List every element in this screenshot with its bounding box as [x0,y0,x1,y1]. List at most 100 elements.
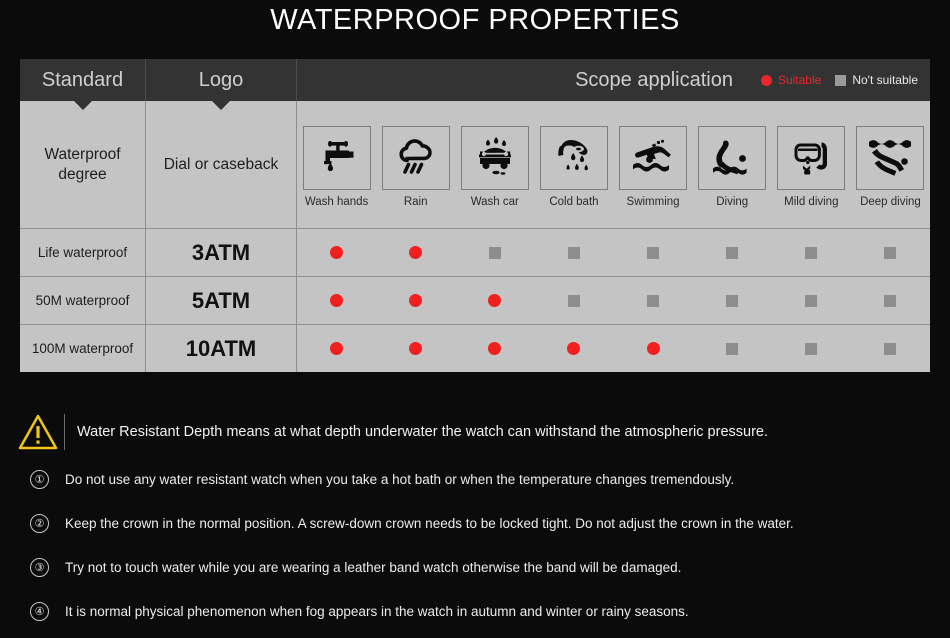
not-suitable-square-icon [726,246,739,259]
activity-column-deep-diving: Deep diving [851,101,930,228]
diver-icon [698,125,767,190]
mark-cell-cold-bath [534,277,613,324]
atm-rating-label: 3ATM [191,239,251,265]
subheader-logo-cell: Dial or caseback [146,101,297,228]
legend-suitable: Suitable [760,73,821,87]
mark-cell-wash-hands [297,325,376,372]
mark-cell-wash-car [455,229,534,276]
mark-cell-swimming [614,229,693,276]
mark-cell-deep-diving [851,325,930,372]
mark-cell-diving [693,277,772,324]
standard-label: 100M waterproof [31,341,134,356]
table-row: 50M waterproof 5ATM [20,277,930,325]
warning-triangle-icon [18,414,58,450]
mark-cell-cold-bath [534,325,613,372]
atm-rating-label: 5ATM [191,287,251,313]
table-subheader-row: Waterproof degree Dial or caseback Wash … [20,101,930,229]
notice-bar: Water Resistant Depth means at what dept… [18,409,932,455]
header-logo: Logo [146,59,297,110]
not-suitable-square-icon [884,342,897,355]
suitable-dot-icon [409,246,423,259]
mark-cell-rain [376,325,455,372]
waterproof-degree-line1: Waterproof [44,145,121,163]
activity-column-cold-bath: Cold bath [534,101,613,228]
rain-cloud-icon [381,125,450,190]
activity-column-mild-diving: Mild diving [772,101,851,228]
activity-label: Cold bath [549,195,599,208]
faucet-icon [302,125,371,190]
not-suitable-square-icon [805,294,818,307]
mark-cell-deep-diving [851,229,930,276]
suitable-dot-icon [646,342,660,355]
not-suitable-square-icon [835,74,847,86]
note-text: It is normal physical phenomenon when fo… [65,603,689,619]
activity-label: Swimming [626,195,680,208]
not-suitable-square-icon [488,246,501,259]
mark-cell-wash-car [455,277,534,324]
activity-icon-row: Wash hands Rain Wash car Cold bath Swimming D… [297,101,930,228]
header-standard: Standard [20,59,146,110]
suitable-dot-icon [330,342,344,355]
activity-label: Wash car [470,195,519,208]
mark-cell-cold-bath [534,229,613,276]
snorkel-mask-icon [777,125,846,190]
activity-label: Diving [716,195,749,208]
list-item: ④ It is normal physical phenomenon when f… [20,594,920,628]
activity-column-wash-car: Wash car [455,101,534,228]
note-number: ③ [30,557,49,577]
not-suitable-square-icon [567,246,580,259]
mark-cell-wash-hands [297,229,376,276]
logo-cell: 10ATM [146,325,297,372]
activity-column-wash-hands: Wash hands [297,101,376,228]
not-suitable-square-icon [884,294,897,307]
mark-cell-wash-hands [297,277,376,324]
standard-label: Life waterproof [37,245,128,260]
legend-not-suitable-label: No't suitable [852,73,918,87]
standard-cell: Life waterproof [20,229,146,276]
logo-cell: 3ATM [146,229,297,276]
mark-cell-deep-diving [851,277,930,324]
suitable-dot-icon [488,342,502,355]
waterproof-degree-label: Waterproof degree [44,145,120,185]
waterproof-table: Standard Logo Scope application Suitable… [20,59,930,372]
legend-not-suitable: No't suitable [835,73,918,87]
atm-rating-label: 10ATM [185,335,257,361]
note-number: ① [30,469,49,489]
standard-cell: 50M waterproof [20,277,146,324]
note-number: ② [30,513,49,533]
logo-cell: 5ATM [146,277,297,324]
waterproof-degree-line2: degree [58,165,107,183]
mark-cell-swimming [614,277,693,324]
activity-label: Mild diving [784,195,839,208]
note-text: Try not to touch water while you are wea… [65,559,682,575]
logo-pointer-icon [212,101,230,110]
mark-cell-swimming [614,325,693,372]
suitable-dot-icon [488,294,502,307]
page-title: WATERPROOF PROPERTIES [270,4,680,36]
not-suitable-square-icon [726,294,739,307]
dial-or-caseback-label: Dial or caseback [163,155,279,173]
header-standard-label: Standard [41,68,124,91]
suitable-dot-icon [409,342,423,355]
mark-cell-diving [693,325,772,372]
suitable-dot-icon [330,294,344,307]
mark-cell-mild-diving [772,277,851,324]
note-number: ④ [30,601,49,621]
marks-row [297,277,930,324]
suitable-dot-icon [330,246,344,259]
activity-column-swimming: Swimming [614,101,693,228]
mark-cell-wash-car [455,325,534,372]
swimmer-icon [619,125,688,190]
not-suitable-square-icon [884,246,897,259]
mark-cell-mild-diving [772,325,851,372]
suitable-dot-icon [760,74,772,86]
list-item: ① Do not use any water resistant watch wh… [20,462,920,496]
note-text: Keep the crown in the normal position. A… [65,515,794,531]
suitable-dot-icon [409,294,423,307]
mark-cell-diving [693,229,772,276]
activity-label: Wash hands [304,195,369,208]
table-row: Life waterproof 3ATM [20,229,930,277]
list-item: ② Keep the crown in the normal position. … [20,506,920,540]
mark-cell-mild-diving [772,229,851,276]
notes-list: ① Do not use any water resistant watch wh… [20,462,920,638]
